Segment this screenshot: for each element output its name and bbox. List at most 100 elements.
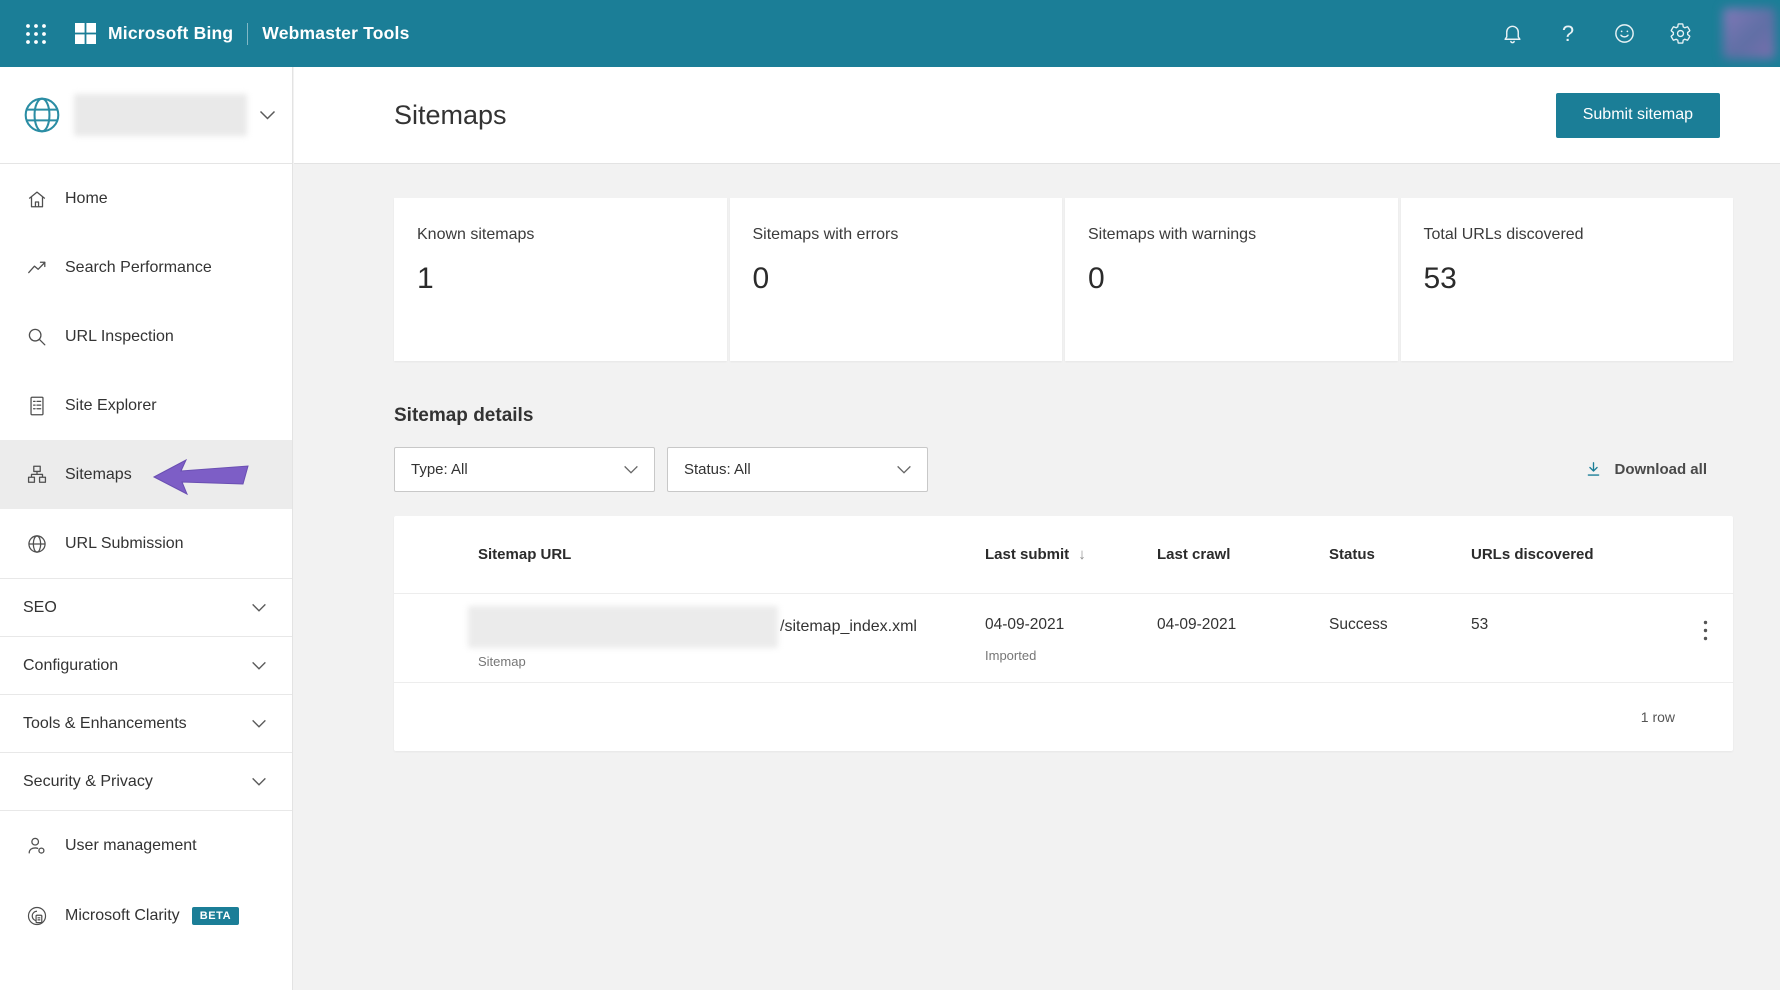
notifications-bell-icon[interactable] [1484, 14, 1540, 54]
stat-card-known-sitemaps: Known sitemaps 1 [394, 198, 727, 361]
document-list-icon [26, 395, 48, 417]
sidebar-item-label: URL Inspection [65, 327, 174, 345]
row-kebab-menu-icon[interactable] [1703, 594, 1708, 641]
microsoft-logo-icon [74, 22, 97, 45]
sidebar-section-security-privacy[interactable]: Security & Privacy [0, 753, 292, 810]
stat-value: 1 [417, 262, 434, 295]
stat-label: Known sitemaps [417, 226, 535, 243]
cell-urls-discovered: 53 [1471, 594, 1661, 634]
cell-last-submit: 04-09-2021 Imported [985, 594, 1157, 663]
sidebar-item-label: User management [65, 837, 197, 854]
sidebar-item-label: Sitemaps [65, 465, 132, 483]
page-header: Sitemaps Submit sitemap [294, 67, 1780, 164]
table-footer: 1 row [394, 683, 1733, 751]
section-label: Security & Privacy [23, 772, 153, 790]
chevron-down-icon [259, 110, 276, 121]
column-header-last-submit[interactable]: Last submit ↓ [985, 546, 1157, 563]
stat-value: 0 [1088, 262, 1105, 295]
row-count: 1 row [1640, 709, 1675, 725]
status-filter-dropdown[interactable]: Status: All [667, 447, 928, 492]
home-icon [26, 188, 48, 210]
chevron-down-icon [896, 465, 912, 475]
brand-name: Microsoft Bing [108, 23, 234, 43]
sidebar-section-tools-enhancements[interactable]: Tools & Enhancements [0, 695, 292, 752]
sidebar-item-label: URL Submission [65, 534, 184, 552]
stat-label: Sitemaps with errors [752, 226, 899, 243]
help-icon[interactable]: ? [1540, 14, 1596, 54]
sidebar-item-url-submission[interactable]: URL Submission [0, 509, 292, 578]
clarity-icon [26, 905, 48, 927]
table-header-row: Sitemap URL Last submit ↓ Last crawl Sta… [394, 516, 1733, 594]
last-crawl-date: 04-09-2021 [1157, 616, 1237, 633]
table-row[interactable]: /sitemap_index.xml Sitemap 04-09-2021 Im… [394, 594, 1733, 683]
brand-home-link[interactable]: Microsoft Bing Webmaster Tools [54, 22, 410, 45]
avatar-blurred-image [1723, 8, 1775, 59]
sitemaps-table: Sitemap URL Last submit ↓ Last crawl Sta… [394, 516, 1733, 751]
page-title: Sitemaps [394, 99, 507, 130]
type-filter-value: Type: All [411, 461, 468, 478]
top-bar: Microsoft Bing Webmaster Tools ? [0, 0, 1780, 67]
settings-gear-icon[interactable] [1652, 14, 1708, 54]
stat-label: Total URLs discovered [1423, 226, 1584, 243]
download-all-button[interactable]: Download all [1584, 460, 1707, 479]
cell-last-crawl: 04-09-2021 [1157, 594, 1329, 634]
product-name: Webmaster Tools [262, 23, 410, 43]
globe-icon [26, 533, 48, 555]
stat-label: Sitemaps with warnings [1088, 226, 1257, 243]
column-header-last-crawl[interactable]: Last crawl [1157, 546, 1329, 563]
trending-up-icon [26, 257, 48, 279]
stats-row: Known sitemaps 1 Sitemaps with errors 0 … [394, 198, 1733, 361]
sidebar: Home Search Performance URL Inspection S… [0, 67, 293, 990]
chevron-down-icon [251, 603, 267, 613]
sidebar-item-url-inspection[interactable]: URL Inspection [0, 302, 292, 371]
cell-sitemap-url: /sitemap_index.xml Sitemap [468, 594, 985, 669]
redacted-site-name [74, 94, 247, 136]
type-filter-dropdown[interactable]: Type: All [394, 447, 655, 492]
topbar-divider [247, 22, 249, 45]
chevron-down-icon [251, 661, 267, 671]
stat-card-sitemaps-with-warnings: Sitemaps with warnings 0 [1065, 198, 1398, 361]
sort-descending-icon: ↓ [1078, 546, 1086, 563]
stat-value: 0 [752, 262, 770, 295]
stat-card-sitemaps-with-errors: Sitemaps with errors 0 [729, 198, 1062, 361]
urls-discovered-value: 53 [1471, 616, 1489, 633]
main-area: Sitemaps Submit sitemap Known sitemaps 1… [294, 67, 1780, 990]
last-submit-date: 04-09-2021 [985, 616, 1065, 633]
sidebar-item-label: Home [65, 189, 108, 207]
sidebar-item-microsoft-clarity[interactable]: Microsoft Clarity BETA [0, 881, 292, 951]
sidebar-item-user-management[interactable]: User management [0, 811, 292, 881]
chevron-down-icon [623, 465, 639, 475]
sitemap-details-heading: Sitemap details [394, 405, 534, 426]
user-management-icon [26, 835, 48, 857]
user-avatar[interactable] [1720, 5, 1778, 62]
sidebar-item-label: Search Performance [65, 258, 212, 276]
column-header-urls-discovered[interactable]: URLs discovered [1471, 546, 1661, 563]
sidebar-section-seo[interactable]: SEO [0, 579, 292, 636]
chevron-down-icon [251, 777, 267, 787]
filters-row: Type: All Status: All Download all [394, 447, 1733, 492]
cell-status: Success [1329, 594, 1471, 634]
app-launcher-waffle-icon[interactable] [18, 16, 54, 52]
section-label: Tools & Enhancements [23, 714, 187, 732]
magnifier-icon [26, 326, 48, 348]
column-header-sitemap-url[interactable]: Sitemap URL [478, 546, 985, 563]
chevron-down-icon [251, 719, 267, 729]
section-label: SEO [23, 598, 57, 616]
site-selector[interactable] [0, 67, 292, 164]
sidebar-item-label: Site Explorer [65, 396, 157, 414]
beta-badge: BETA [191, 907, 240, 925]
feedback-smiley-icon[interactable] [1596, 14, 1652, 54]
sidebar-item-site-explorer[interactable]: Site Explorer [0, 371, 292, 440]
sidebar-item-search-performance[interactable]: Search Performance [0, 233, 292, 302]
sidebar-item-sitemaps[interactable]: Sitemaps [0, 440, 292, 509]
sidebar-item-label: Microsoft Clarity [65, 907, 180, 924]
section-label: Configuration [23, 656, 119, 674]
stat-card-total-urls-discovered: Total URLs discovered 53 [1400, 198, 1733, 361]
sidebar-section-configuration[interactable]: Configuration [0, 637, 292, 694]
download-all-label: Download all [1614, 461, 1707, 478]
submit-sitemap-button[interactable]: Submit sitemap [1555, 92, 1720, 138]
sitemap-hierarchy-icon [26, 464, 48, 486]
sidebar-item-home[interactable]: Home [0, 164, 292, 233]
redacted-url-prefix [468, 605, 778, 648]
column-header-status[interactable]: Status [1329, 546, 1471, 563]
